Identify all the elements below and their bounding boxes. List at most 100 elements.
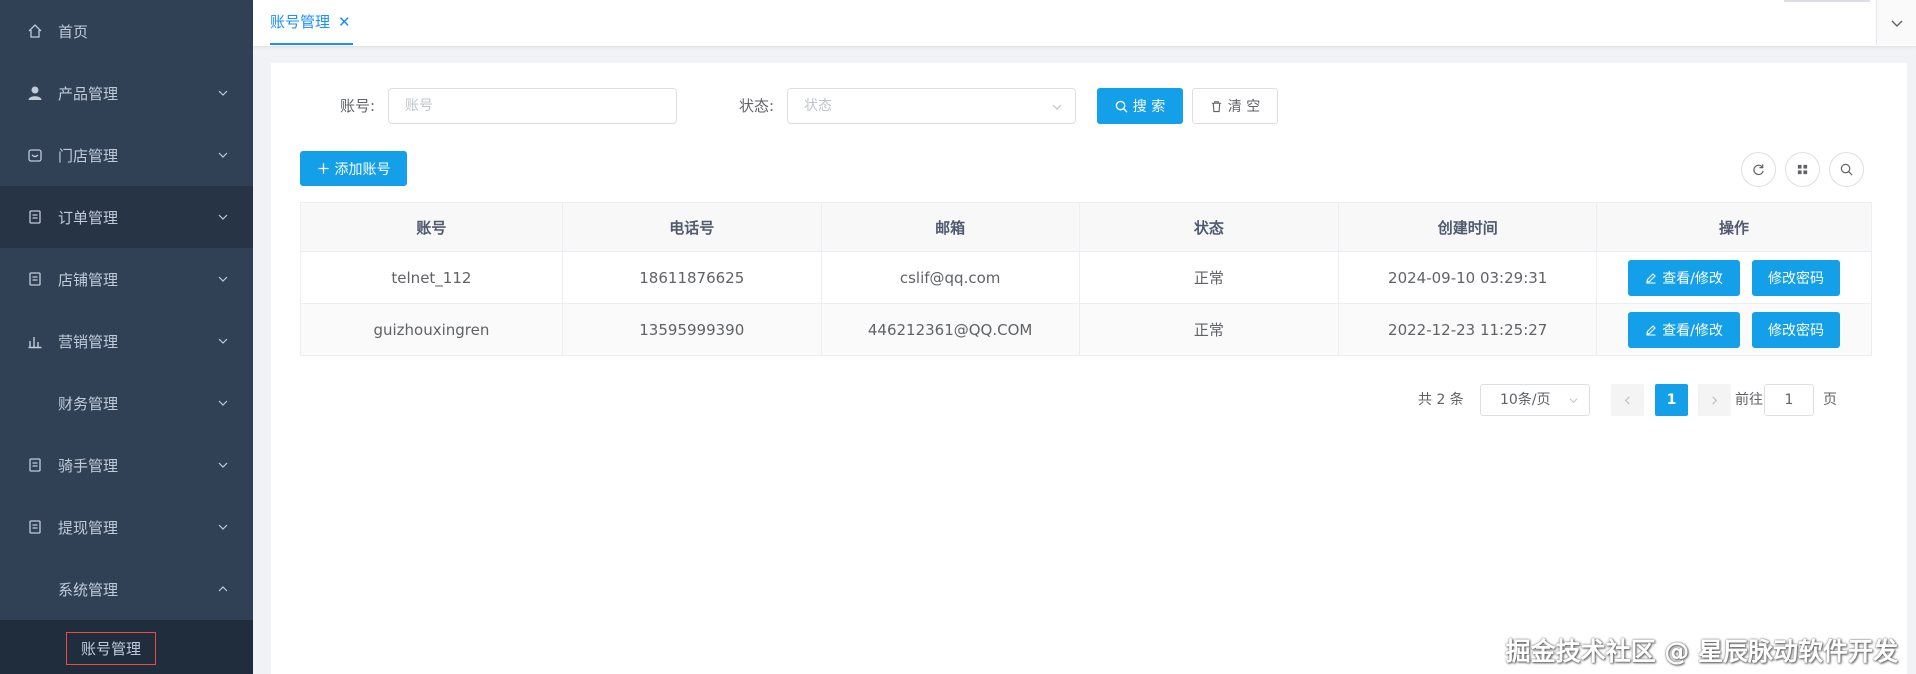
grid-icon: [1797, 164, 1808, 175]
sidebar-item-marketing[interactable]: 营销管理: [0, 310, 253, 372]
chevron-up-icon: [218, 586, 228, 592]
page-size-value: 10条/页: [1500, 392, 1551, 408]
view-edit-label: 查看/修改: [1662, 270, 1723, 287]
status-select[interactable]: 状态: [787, 88, 1076, 124]
sidebar-item-home[interactable]: 首页: [0, 0, 253, 62]
sidebar-item-label: 首页: [58, 22, 89, 41]
chevron-down-icon: [218, 338, 228, 344]
cell-phone: 18611876625: [562, 251, 822, 304]
account-input[interactable]: 账号: [388, 88, 677, 124]
view-edit-button[interactable]: 查看/修改: [1628, 259, 1741, 296]
search-form: 账号: 账号 状态: 状态 搜 索 清 空: [271, 88, 1907, 124]
sidebar-item-label: 产品管理: [58, 84, 119, 103]
trash-icon: [1211, 100, 1221, 112]
sidebar-item-orders[interactable]: 订单管理: [0, 186, 253, 248]
search-button[interactable]: 搜 索: [1097, 88, 1183, 124]
view-edit-button[interactable]: 查看/修改: [1628, 311, 1741, 348]
add-account-button-label: 添加账号: [334, 161, 391, 178]
sidebar: 首页 产品管理 门店管理 订单管理 店铺管理 营销管理 财务管理 骑手管理 提现…: [0, 0, 253, 674]
chevron-down-icon: [218, 462, 228, 468]
view-edit-label: 查看/修改: [1662, 322, 1723, 339]
prev-page-button[interactable]: [1611, 384, 1644, 416]
search-button-label: 搜 索: [1132, 99, 1166, 115]
refresh-icon: [1753, 164, 1764, 176]
cell-status: 正常: [1079, 251, 1340, 304]
toggle-search-button[interactable]: [1829, 152, 1864, 187]
table-row: telnet_112 18611876625 cslif@qq.com 正常 2…: [300, 251, 1872, 304]
column-header-status: 状态: [1079, 202, 1340, 252]
goto-page-input[interactable]: 1: [1764, 384, 1814, 416]
top-strip: [1784, 0, 1870, 2]
refresh-button[interactable]: [1741, 152, 1776, 187]
chevron-down-icon: [218, 152, 228, 158]
store-icon: [26, 146, 44, 164]
sidebar-item-label: 系统管理: [58, 580, 119, 599]
search-icon: [1115, 100, 1128, 113]
chevron-right-icon: [1712, 395, 1718, 405]
sidebar-item-label: 骑手管理: [58, 456, 119, 475]
page-size-select[interactable]: 10条/页: [1480, 384, 1590, 416]
chevron-down-icon: [218, 400, 228, 406]
plus-icon: [317, 163, 329, 174]
clear-button-label: 清 空: [1227, 99, 1261, 115]
change-password-button[interactable]: 修改密码: [1752, 311, 1841, 348]
page-button[interactable]: 1: [1655, 384, 1688, 416]
chevron-left-icon: [1624, 395, 1630, 405]
sidebar-item-label: 店铺管理: [58, 270, 119, 289]
columns-button[interactable]: [1785, 152, 1820, 187]
tabs-dropdown-button[interactable]: [1876, 0, 1916, 45]
document-icon: [26, 518, 44, 536]
sidebar-item-finance[interactable]: 财务管理: [0, 372, 253, 434]
account-label: 账号:: [340, 97, 376, 115]
sidebar-item-label: 提现管理: [58, 518, 119, 537]
sidebar-item-withdrawals[interactable]: 提现管理: [0, 496, 253, 558]
sidebar-item-account-management[interactable]: 账号管理: [66, 632, 156, 665]
status-label: 状态:: [739, 97, 775, 115]
tab-account-management[interactable]: 账号管理 ✕: [270, 0, 353, 45]
cell-status: 正常: [1079, 303, 1340, 356]
bar-chart-icon: [26, 332, 44, 350]
cell-phone: 13595999390: [562, 303, 822, 356]
pagination-total: 共 2 条: [1418, 392, 1464, 408]
sidebar-item-stores[interactable]: 门店管理: [0, 124, 253, 186]
add-account-button[interactable]: 添加账号: [300, 151, 407, 186]
sidebar-item-shops[interactable]: 店铺管理: [0, 248, 253, 310]
cell-created: 2022-12-23 11:25:27: [1338, 303, 1598, 356]
sidebar-item-label: 财务管理: [58, 394, 119, 413]
clear-button[interactable]: 清 空: [1192, 88, 1278, 124]
chevron-down-icon: [1891, 20, 1902, 27]
tabs-bar: 账号管理 ✕: [253, 0, 1916, 46]
user-icon: [26, 84, 44, 102]
chevron-down-icon: [1052, 104, 1062, 110]
table-header-row: 账号 电话号 邮箱 状态 创建时间 操作: [300, 202, 1872, 252]
column-header-actions: 操作: [1596, 202, 1872, 252]
goto-label: 前往: [1735, 392, 1763, 408]
cell-created: 2024-09-10 03:29:31: [1338, 251, 1598, 304]
column-header-phone: 电话号: [562, 202, 822, 252]
change-password-button[interactable]: 修改密码: [1752, 259, 1841, 296]
cell-account: telnet_112: [300, 251, 563, 304]
column-header-created: 创建时间: [1338, 202, 1598, 252]
document-icon: [26, 208, 44, 226]
chevron-down-icon: [218, 90, 228, 96]
accounts-table: 账号 电话号 邮箱 状态 创建时间 操作 telnet_112 18611876…: [300, 202, 1872, 356]
edit-icon: [1646, 324, 1656, 336]
page-suffix: 页: [1823, 392, 1837, 408]
pagination: 共 2 条 10条/页 1 前往 1 页: [271, 384, 1907, 416]
home-icon: [26, 22, 44, 40]
search-icon: [1840, 163, 1853, 176]
sidebar-item-label: 订单管理: [58, 208, 119, 227]
column-header-account: 账号: [300, 202, 563, 252]
sidebar-item-system[interactable]: 系统管理: [0, 558, 253, 620]
document-icon: [26, 270, 44, 288]
next-page-button[interactable]: [1698, 384, 1731, 416]
sidebar-item-riders[interactable]: 骑手管理: [0, 434, 253, 496]
tab-label: 账号管理: [270, 13, 331, 31]
close-icon[interactable]: ✕: [338, 13, 351, 31]
cell-email: cslif@qq.com: [821, 251, 1080, 304]
sidebar-item-products[interactable]: 产品管理: [0, 62, 253, 124]
chevron-down-icon: [218, 276, 228, 282]
sidebar-submenu-system: 账号管理: [0, 620, 253, 674]
chevron-down-icon: [1569, 398, 1578, 404]
cell-actions: 查看/修改 修改密码: [1596, 251, 1872, 304]
